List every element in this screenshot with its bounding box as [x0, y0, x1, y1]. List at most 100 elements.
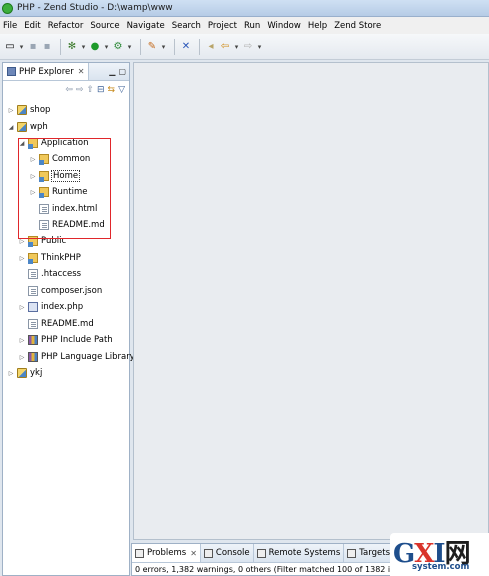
tree-item-php-include-path[interactable]: ▷ PHP Include Path — [18, 332, 113, 348]
tree-item-public[interactable]: ▷ Public — [18, 233, 66, 249]
run-icon[interactable]: ● — [89, 40, 101, 54]
expand-arrow-icon[interactable]: ▷ — [18, 238, 26, 245]
tree-item-thinkphp[interactable]: ▷ ThinkPHP — [18, 250, 81, 266]
menu-run[interactable]: Run — [244, 21, 260, 31]
forward-dropdown-icon[interactable]: ▾ — [256, 40, 263, 54]
package-folder-icon — [28, 138, 38, 149]
debug-icon[interactable]: ✻ — [66, 40, 78, 54]
editor-area — [133, 62, 489, 540]
tree-item-index-html[interactable]: index.html — [29, 201, 97, 217]
view-window-controls: ▁ ▢ — [109, 67, 129, 76]
expand-arrow-icon[interactable]: ▷ — [7, 370, 15, 377]
tree-item-label: index.php — [41, 302, 84, 312]
toolbar-separator — [60, 38, 61, 55]
tree-item-common[interactable]: ▷ Common — [29, 151, 90, 167]
tree-item-label: Common — [52, 154, 91, 164]
pin-icon[interactable]: ✕ — [180, 40, 192, 54]
expand-arrow-icon[interactable]: ▷ — [29, 173, 37, 180]
annotate-icon[interactable]: ✎ — [146, 40, 158, 54]
tab-remote-systems[interactable]: Remote Systems — [254, 544, 345, 562]
php-explorer-tab-label: PHP Explorer — [19, 66, 74, 77]
tree-item-runtime[interactable]: ▷ Runtime — [29, 184, 88, 200]
collapse-arrow-icon[interactable]: ◢ — [18, 140, 26, 147]
run-dropdown-icon[interactable]: ▾ — [103, 40, 110, 54]
menu-zend-store[interactable]: Zend Store — [334, 21, 381, 31]
php-explorer-tab[interactable]: PHP Explorer ✕ — [3, 63, 90, 80]
save-icon[interactable]: ▪ — [27, 40, 39, 54]
tree-item-home[interactable]: ▷ Home — [29, 168, 81, 184]
external-tools-dropdown-icon[interactable]: ▾ — [126, 40, 133, 54]
close-icon[interactable]: ✕ — [190, 549, 197, 558]
tab-label: Console — [215, 548, 250, 558]
save-all-icon[interactable]: ▪ — [41, 40, 53, 54]
tree-item-htaccess[interactable]: .htaccess — [18, 266, 81, 282]
collapse-all-icon[interactable]: ⊟ — [97, 85, 105, 95]
project-icon — [17, 105, 27, 115]
expand-arrow-icon[interactable]: ▷ — [18, 337, 26, 344]
tab-console[interactable]: Console — [201, 544, 254, 562]
menu-help[interactable]: Help — [308, 21, 327, 31]
link-with-editor-icon[interactable]: ⇆ — [108, 85, 116, 95]
new-file-icon[interactable]: ▭ — [4, 40, 16, 54]
toolbar-separator — [140, 38, 141, 55]
tab-targets[interactable]: Targets — [344, 544, 394, 562]
tree-item-wph[interactable]: ◢ wph — [7, 119, 48, 135]
back-dropdown-icon[interactable]: ▾ — [233, 40, 240, 54]
up-icon[interactable]: ⇧ — [86, 85, 94, 95]
tree-item-readme-md[interactable]: README.md — [29, 217, 105, 233]
tree-item-shop[interactable]: ▷ shop — [7, 102, 50, 118]
package-folder-icon — [39, 171, 49, 182]
tree-item-ykj[interactable]: ▷ ykj — [7, 365, 42, 381]
tree-item-label: index.html — [52, 204, 98, 214]
back-arrow-icon[interactable]: ⇦ — [65, 85, 73, 95]
file-icon — [28, 286, 38, 296]
forward-arrow-icon[interactable]: ⇨ — [242, 40, 254, 54]
tab-problems[interactable]: Problems ✕ — [132, 544, 201, 562]
tree-item-php-language-library[interactable]: ▷ PHP Language Library — [18, 349, 135, 365]
tree-item-composer-json[interactable]: composer.json — [18, 283, 102, 299]
expand-arrow-icon[interactable]: ▷ — [29, 189, 37, 196]
new-dropdown-icon[interactable]: ▾ — [18, 40, 25, 54]
library-icon — [28, 335, 38, 345]
back-arrow-icon[interactable]: ⇦ — [219, 40, 231, 54]
package-folder-icon — [28, 236, 38, 247]
annotate-dropdown-icon[interactable]: ▾ — [160, 40, 167, 54]
last-edit-icon[interactable]: ◂ — [205, 40, 217, 54]
maximize-icon[interactable]: ▢ — [118, 67, 126, 76]
tree-item-label: composer.json — [41, 286, 103, 296]
tree-item-readme-md-root[interactable]: README.md — [18, 316, 94, 332]
menu-window[interactable]: Window — [267, 21, 301, 31]
tree-item-label: Home — [50, 170, 81, 182]
tree-item-label: PHP Include Path — [41, 335, 113, 345]
expand-arrow-icon[interactable]: ▷ — [18, 354, 26, 361]
tree-item-application[interactable]: ◢ Application — [18, 135, 89, 151]
console-icon — [203, 548, 213, 558]
expand-arrow-icon[interactable]: ▷ — [7, 107, 15, 114]
window-title: PHP - Zend Studio - D:\wamp\www — [17, 3, 173, 13]
menu-bar: File Edit Refactor Source Navigate Searc… — [0, 17, 489, 34]
menu-navigate[interactable]: Navigate — [127, 21, 165, 31]
tree-item-label: ykj — [30, 368, 43, 378]
menu-project[interactable]: Project — [208, 21, 237, 31]
forward-arrow-icon[interactable]: ⇨ — [76, 85, 84, 95]
expand-arrow-icon[interactable]: ▷ — [29, 156, 37, 163]
project-icon — [17, 122, 27, 132]
tree-item-label: PHP Language Library — [41, 352, 135, 362]
close-icon[interactable]: ✕ — [78, 67, 85, 76]
gxi-watermark-logo: GXI网 system.com — [390, 533, 489, 576]
expand-arrow-icon[interactable]: ▷ — [18, 304, 26, 311]
menu-file[interactable]: File — [3, 21, 17, 31]
explorer-view-toolbar: ⇦ ⇨ ⇧ ⊟ ⇆ ▽ — [3, 81, 129, 99]
menu-source[interactable]: Source — [90, 21, 119, 31]
menu-refactor[interactable]: Refactor — [48, 21, 84, 31]
menu-edit[interactable]: Edit — [24, 21, 40, 31]
debug-dropdown-icon[interactable]: ▾ — [80, 40, 87, 54]
menu-search[interactable]: Search — [172, 21, 201, 31]
minimize-icon[interactable]: ▁ — [109, 67, 115, 76]
tab-label: Targets — [359, 548, 390, 558]
expand-arrow-icon[interactable]: ▷ — [18, 255, 26, 262]
collapse-arrow-icon[interactable]: ◢ — [7, 124, 15, 131]
view-menu-icon[interactable]: ▽ — [118, 85, 125, 95]
external-tools-icon[interactable]: ⚙ — [112, 40, 124, 54]
tree-item-index-php[interactable]: ▷ index.php — [18, 299, 83, 315]
